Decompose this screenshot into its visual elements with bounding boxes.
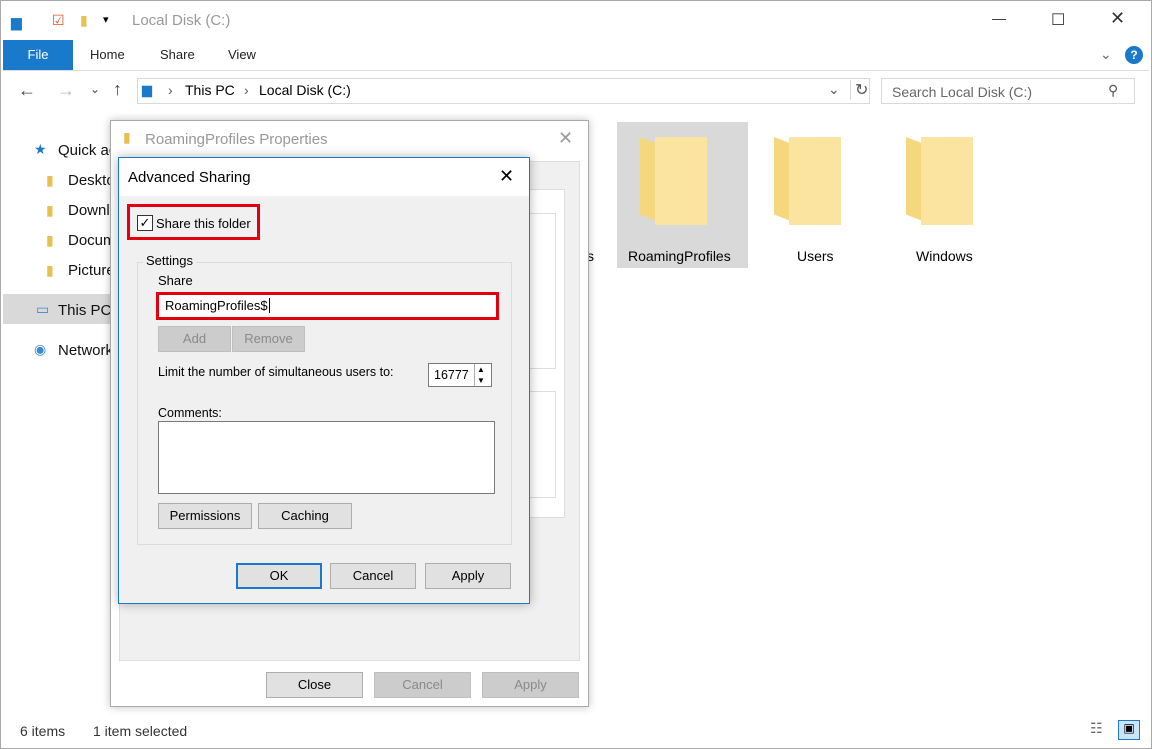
permissions-button[interactable]: Permissions [158,503,252,529]
properties-title: RoamingProfiles Properties [145,131,328,148]
breadcrumb-this-pc[interactable]: This PC [185,82,235,98]
customize-toolbar-icon[interactable]: ▾ [103,13,109,26]
help-icon[interactable]: ? [1125,46,1143,64]
details-view-button[interactable]: ☷ [1090,720,1103,737]
close-icon[interactable]: ✕ [558,128,573,149]
dialog-title: Advanced Sharing [128,169,251,186]
remove-button[interactable]: Remove [232,326,305,352]
folder-icon [789,137,841,225]
chevron-right-icon: › [244,82,249,98]
breadcrumb-local-disk[interactable]: Local Disk (C:) [259,82,351,98]
limit-users-stepper[interactable]: 16777 ▲ ▼ [428,363,492,387]
new-folder-icon[interactable]: ▮ [80,12,88,29]
file-name[interactable]: RoamingProfiles [628,248,731,264]
folder-icon: ▮ [46,202,54,218]
expand-ribbon-icon[interactable]: ⌄ [1100,46,1112,63]
minimize-button[interactable]: — [992,10,1006,26]
close-icon[interactable]: ✕ [499,166,514,187]
limit-users-label: Limit the number of simultaneous users t… [158,365,394,379]
limit-users-value: 16777 [434,368,469,382]
recent-locations-button[interactable]: ⌄ [90,82,100,96]
file-name[interactable]: Users [797,248,834,264]
window-title: Local Disk (C:) [132,12,231,29]
share-name-input[interactable]: RoamingProfiles$ [156,292,499,320]
folder-icon: ▮ [46,262,54,278]
folder-icon: ▮ [46,172,54,188]
network-icon: ◉ [34,341,47,357]
chevron-right-icon: › [168,82,173,98]
share-name-label: Share [158,273,193,288]
advanced-sharing-dialog: Advanced Sharing ✕ ✓ Share this folder S… [118,157,530,604]
chevron-down-icon[interactable]: ⌄ [828,81,840,98]
refresh-icon[interactable]: ↻ [850,80,868,100]
ribbon-divider [3,70,1149,71]
ok-button[interactable]: OK [236,563,322,589]
tab-view[interactable]: View [210,40,274,70]
share-folder-checkbox[interactable]: ✓ [137,215,153,231]
comments-label: Comments: [158,406,222,420]
settings-label: Settings [143,253,196,268]
address-bar[interactable]: ▆ › This PC › Local Disk (C:) ⌄ ↻ [137,78,870,104]
search-icon: ⚲ [1108,82,1119,98]
comments-input[interactable] [158,421,495,494]
forward-button[interactable]: → [57,80,75,101]
status-item-count: 6 items [20,723,66,739]
search-input[interactable]: Search Local Disk (C:) [881,78,1135,104]
file-name[interactable]: Windows [916,248,973,264]
nav-network[interactable]: Network [58,342,113,359]
share-folder-label: Share this folder [156,216,251,231]
up-button[interactable]: ↑ [113,79,122,100]
computer-icon: ▭ [36,301,50,317]
share-name-value: RoamingProfiles$ [165,298,268,313]
status-selected: 1 item selected [93,723,188,739]
apply-button[interactable]: Apply [425,563,511,589]
folder-icon [921,137,973,225]
close-button[interactable]: Close [266,672,363,698]
tab-home[interactable]: Home [72,40,143,70]
drive-icon[interactable]: ▆ [11,14,22,31]
folder-icon: ▮ [123,129,131,145]
close-button[interactable]: ✕ [1110,8,1125,29]
large-icons-view-button[interactable]: ▣ [1118,720,1140,740]
back-button[interactable]: ← [18,80,36,101]
folder-icon [655,137,707,225]
tab-share[interactable]: Share [142,40,213,70]
add-button[interactable]: Add [158,326,231,352]
star-icon: ★ [34,141,47,157]
cancel-button[interactable]: Cancel [374,672,471,698]
nav-this-pc[interactable]: This PC [58,302,111,319]
apply-button[interactable]: Apply [482,672,579,698]
spin-arrows-icon[interactable]: ▲ ▼ [474,364,485,386]
caching-button[interactable]: Caching [258,503,352,529]
cancel-button[interactable]: Cancel [330,563,416,589]
folder-icon: ▮ [46,232,54,248]
drive-icon: ▆ [142,82,152,97]
properties-icon[interactable]: ☑ [52,12,65,29]
maximize-button[interactable]: ☐ [1051,10,1065,30]
tab-file[interactable]: File [3,40,73,70]
